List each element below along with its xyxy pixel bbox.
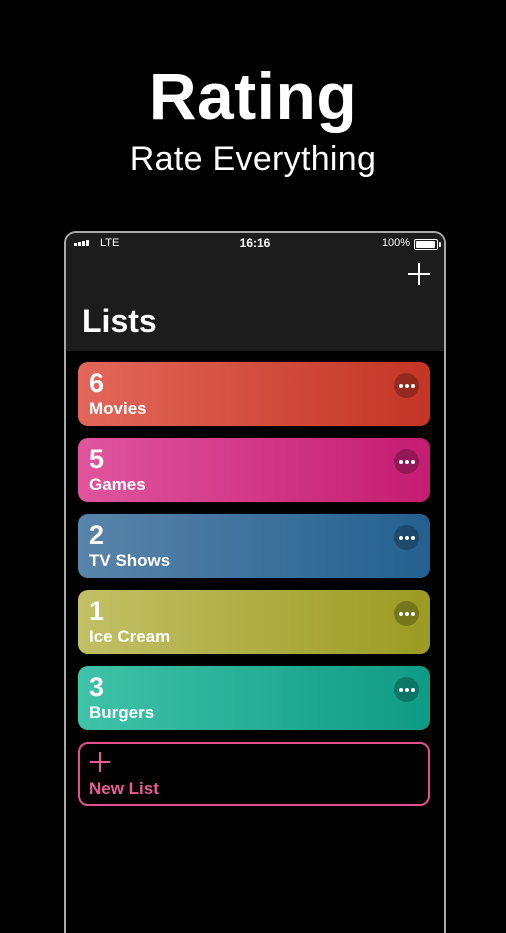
list-count: 1 bbox=[89, 596, 105, 626]
list-count: 2 bbox=[89, 520, 105, 550]
promo-subtitle: Rate Everything bbox=[129, 140, 377, 178]
more-options-icon[interactable] bbox=[394, 677, 419, 702]
list-count: 5 bbox=[89, 444, 105, 474]
list-name: TV Shows bbox=[89, 551, 171, 570]
phone-frame: LTE 16:16 100% Lists 6 Movies 5 Games 2 TV Sh… bbox=[64, 231, 446, 933]
new-list-label: New List bbox=[89, 779, 159, 798]
more-options-icon[interactable] bbox=[394, 601, 419, 626]
page-title: Lists bbox=[82, 303, 157, 339]
battery-icon bbox=[414, 239, 441, 250]
more-options-icon[interactable] bbox=[394, 449, 419, 474]
list-name: Movies bbox=[89, 399, 147, 418]
plus-icon[interactable] bbox=[408, 263, 430, 285]
list-card[interactable]: 6 Movies bbox=[78, 362, 430, 426]
more-options-icon[interactable] bbox=[394, 373, 419, 398]
new-list-button[interactable]: New List bbox=[78, 742, 430, 806]
list-card[interactable]: 3 Burgers bbox=[78, 666, 430, 730]
list-card[interactable]: 1 Ice Cream bbox=[78, 590, 430, 654]
plus-icon bbox=[90, 752, 110, 772]
list-name: Ice Cream bbox=[89, 627, 171, 646]
list-name: Games bbox=[89, 475, 146, 494]
navigation-bar: LTE 16:16 100% Lists bbox=[66, 233, 444, 351]
list-name: Burgers bbox=[89, 703, 155, 722]
list-count: 6 bbox=[89, 368, 105, 398]
list-card[interactable]: 5 Games bbox=[78, 438, 430, 502]
promo-title: Rating bbox=[148, 59, 358, 133]
battery-percent: 100% bbox=[381, 237, 410, 249]
status-bar: LTE 16:16 100% bbox=[66, 233, 444, 255]
list-count: 3 bbox=[89, 672, 105, 702]
more-options-icon[interactable] bbox=[394, 525, 419, 550]
list-card[interactable]: 2 TV Shows bbox=[78, 514, 430, 578]
